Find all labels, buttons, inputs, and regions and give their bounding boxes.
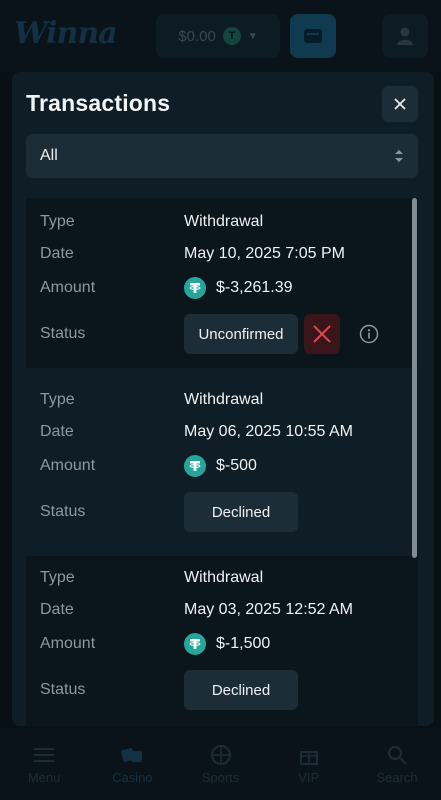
status-badge: Declined: [184, 670, 298, 710]
transaction-card: Type Withdrawal Date May 10, 2025 7:05 P…: [26, 198, 418, 368]
tx-type-value: Withdrawal: [184, 391, 264, 408]
cancel-withdrawal-button[interactable]: [304, 314, 340, 354]
tx-status: Declined: [184, 670, 298, 710]
tx-amount-row: Amount $-3,261.39: [40, 272, 410, 304]
tx-amount-label: Amount: [40, 457, 96, 474]
tx-type-value: Withdrawal: [184, 569, 264, 586]
tx-amount-value: $-500: [216, 457, 257, 474]
tx-amount: $-3,261.39: [184, 277, 293, 299]
tx-type-value: Withdrawal: [184, 213, 264, 230]
tx-type-row: Type Withdrawal: [40, 384, 410, 416]
tx-status-label: Status: [40, 681, 86, 698]
close-icon: [394, 98, 406, 110]
tx-type-label: Type: [40, 569, 75, 586]
tx-date-row: Date May 06, 2025 10:55 AM: [40, 416, 410, 448]
tx-type-row: Type Withdrawal: [40, 206, 410, 238]
tx-amount: $-500: [184, 455, 257, 477]
tx-date-value: May 03, 2025 12:52 AM: [184, 601, 353, 618]
tx-status-row: Status Declined: [40, 490, 410, 534]
transaction-type-filter[interactable]: All: [26, 134, 418, 178]
info-icon[interactable]: [358, 323, 380, 345]
status-badge: Declined: [184, 492, 298, 532]
tx-status-label: Status: [40, 325, 86, 342]
tx-status-row: Status Unconfirmed: [40, 312, 410, 356]
tx-status: Declined: [184, 492, 298, 532]
modal-title: Transactions: [26, 90, 171, 116]
select-arrows-icon: [394, 149, 404, 163]
tx-amount-label: Amount: [40, 279, 96, 296]
transaction-card: Type Withdrawal Date May 03, 2025 12:52 …: [26, 556, 418, 726]
tx-date-value: May 06, 2025 10:55 AM: [184, 423, 353, 440]
close-button[interactable]: [382, 86, 418, 122]
tx-amount-value: $-1,500: [216, 635, 271, 652]
tx-amount: $-1,500: [184, 633, 270, 655]
tether-icon: [184, 277, 206, 299]
tx-date-label: Date: [40, 245, 74, 262]
transaction-card: Type Withdrawal Date May 06, 2025 10:55 …: [26, 378, 418, 548]
tx-amount-label: Amount: [40, 635, 96, 652]
tx-date-value: May 10, 2025 7:05 PM: [184, 245, 345, 262]
filter-selected-value: All: [40, 147, 58, 164]
tx-date-row: Date May 03, 2025 12:52 AM: [40, 594, 410, 626]
tx-date-label: Date: [40, 601, 74, 618]
tx-amount-row: Amount $-1,500: [40, 628, 410, 660]
tx-type-row: Type Withdrawal: [40, 562, 410, 594]
tether-icon: [184, 455, 206, 477]
tx-amount-value: $-3,261.39: [216, 279, 293, 296]
transactions-list[interactable]: Type Withdrawal Date May 10, 2025 7:05 P…: [26, 198, 418, 726]
tx-status-label: Status: [40, 503, 86, 520]
tx-status: Unconfirmed: [184, 314, 380, 354]
status-badge: Unconfirmed: [184, 314, 298, 354]
list-scrollbar[interactable]: [412, 198, 417, 558]
tx-amount-row: Amount $-500: [40, 450, 410, 482]
transactions-modal: Transactions All Type Withdrawal Date Ma…: [12, 72, 434, 726]
tx-status-row: Status Declined: [40, 668, 410, 712]
tx-type-label: Type: [40, 391, 75, 408]
tx-type-label: Type: [40, 213, 75, 230]
tx-date-row: Date May 10, 2025 7:05 PM: [40, 238, 410, 270]
cancel-x-icon: [313, 325, 331, 343]
tx-date-label: Date: [40, 423, 74, 440]
tether-icon: [184, 633, 206, 655]
